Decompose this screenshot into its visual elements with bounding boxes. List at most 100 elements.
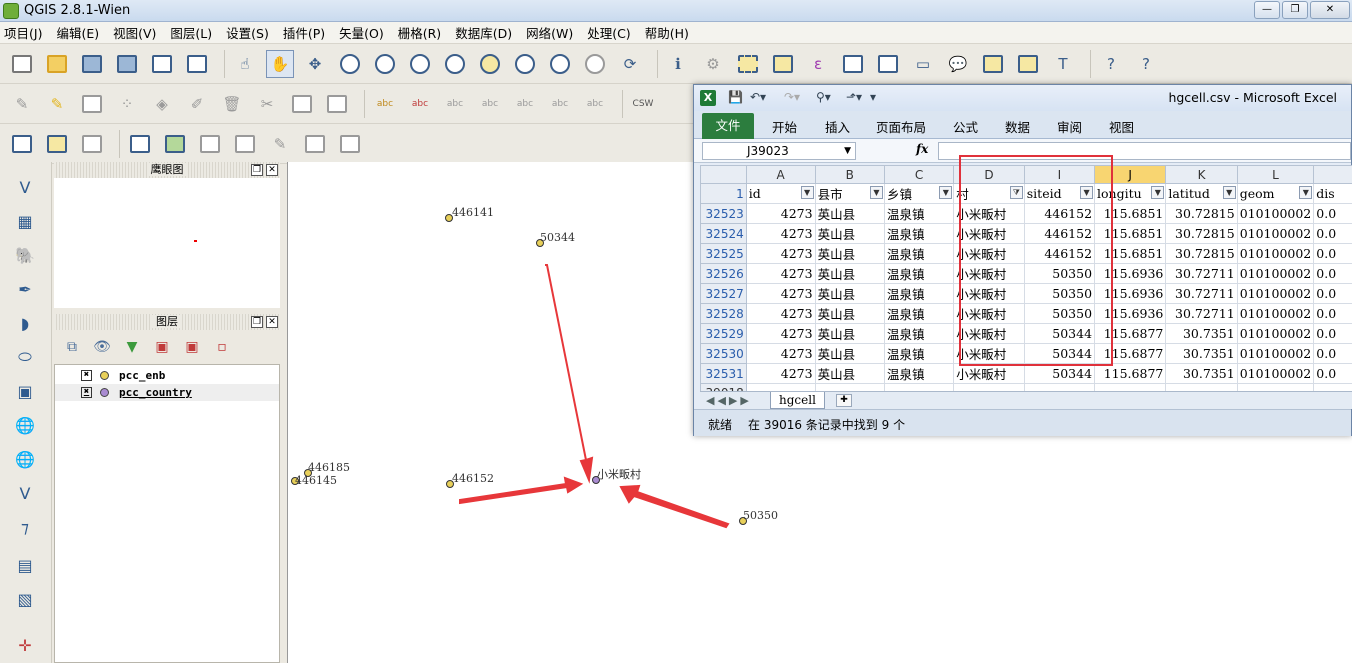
table-cell[interactable]: 温泉镇: [883, 263, 955, 284]
table-cell[interactable]: 30.7351: [1165, 323, 1238, 344]
remove-layer-icon[interactable]: ▫: [212, 337, 232, 357]
layer-checkbox[interactable]: ✖: [81, 387, 92, 398]
table-cell[interactable]: [1023, 383, 1096, 391]
chart-quick-icon[interactable]: ⬏▾: [846, 90, 862, 104]
table-cell[interactable]: 30.72815: [1165, 223, 1238, 244]
table-cell[interactable]: 30.7351: [1165, 343, 1238, 364]
zoom-selection-icon[interactable]: [476, 50, 504, 78]
layer-item-pcc-enb[interactable]: ✖ pcc_enb: [55, 367, 279, 384]
merge-features-icon[interactable]: [336, 130, 364, 158]
table-cell[interactable]: 50344: [1023, 363, 1096, 384]
menu-raster[interactable]: 栅格(R): [398, 23, 441, 42]
table-cell[interactable]: 4273: [745, 263, 816, 284]
deselect-icon[interactable]: [769, 50, 797, 78]
table-cell[interactable]: 英山县: [814, 223, 885, 244]
add-group-icon[interactable]: ▣: [152, 337, 172, 357]
table-cell[interactable]: 010100002: [1236, 363, 1315, 384]
table-cell[interactable]: 4273: [745, 343, 816, 364]
add-spatialite-layer-icon[interactable]: ✒: [12, 276, 38, 302]
table-cell[interactable]: 4273: [745, 203, 816, 224]
csw-icon[interactable]: CSW: [629, 90, 657, 118]
move-label-icon[interactable]: abc: [511, 90, 539, 118]
table-cell[interactable]: 115.6877: [1094, 363, 1167, 384]
table-cell[interactable]: 温泉镇: [883, 283, 955, 304]
table-cell[interactable]: 4273: [745, 363, 816, 384]
table-cell[interactable]: 30.72711: [1165, 263, 1238, 284]
table-cell[interactable]: 英山县: [814, 323, 885, 344]
column-header[interactable]: L: [1236, 165, 1315, 184]
table-cell[interactable]: 0.0: [1313, 283, 1352, 304]
select-all-corner[interactable]: [700, 165, 747, 184]
table-cell[interactable]: 0.0: [1313, 263, 1352, 284]
zoom-next-icon[interactable]: [581, 50, 609, 78]
add-feature-icon[interactable]: ⁘: [113, 90, 141, 118]
filter-dropdown-icon[interactable]: ▼: [869, 186, 883, 199]
zoom-in-icon[interactable]: [336, 50, 364, 78]
table-cell[interactable]: 0.0: [1313, 343, 1352, 364]
name-box[interactable]: J39023 ▼: [702, 142, 856, 160]
menu-help[interactable]: 帮助(H): [645, 23, 689, 42]
save-as-icon[interactable]: [113, 50, 141, 78]
undo-icon[interactable]: ↶▾: [750, 90, 766, 104]
table-cell[interactable]: 010100002: [1236, 243, 1315, 264]
reshape-icon[interactable]: ✎: [266, 130, 294, 158]
table-cell[interactable]: [1236, 383, 1315, 391]
layers-float-button[interactable]: ❐: [251, 316, 263, 328]
header-cell[interactable]: latitud ▼: [1165, 183, 1238, 204]
table-cell[interactable]: 0.0: [1313, 303, 1352, 324]
table-cell[interactable]: [883, 383, 955, 391]
add-virtual-layer-icon[interactable]: ▧: [12, 586, 38, 612]
menu-web[interactable]: 网络(W): [526, 23, 573, 42]
table-cell[interactable]: 4273: [745, 323, 816, 344]
overview-map[interactable]: [54, 178, 280, 308]
table-cell[interactable]: 英山县: [814, 263, 885, 284]
fill-ring-icon[interactable]: [196, 130, 224, 158]
filter-legend-icon[interactable]: ▼: [122, 337, 142, 357]
table-cell[interactable]: 温泉镇: [883, 203, 955, 224]
row-header[interactable]: 32525: [700, 243, 747, 264]
save-layer-edits-icon[interactable]: [78, 90, 106, 118]
zoom-native-icon[interactable]: [406, 50, 434, 78]
table-cell[interactable]: 010100002: [1236, 223, 1315, 244]
table-cell[interactable]: 0.0: [1313, 223, 1352, 244]
table-cell[interactable]: 英山县: [814, 343, 885, 364]
pin-labels-icon[interactable]: abc: [441, 90, 469, 118]
zoom-layer-icon[interactable]: [511, 50, 539, 78]
tab-review[interactable]: 审阅: [1057, 117, 1082, 136]
paste-features-icon[interactable]: [323, 90, 351, 118]
toggle-editing-icon[interactable]: ✎: [43, 90, 71, 118]
add-db2-layer-icon[interactable]: ▣: [12, 378, 38, 404]
column-header[interactable]: [1313, 165, 1352, 184]
add-postgis-layer-icon[interactable]: 🐘: [12, 242, 38, 268]
add-delimited-text-icon[interactable]: ⁊: [12, 514, 38, 540]
split-features-icon[interactable]: [301, 130, 329, 158]
table-cell[interactable]: [814, 383, 885, 391]
header-cell[interactable]: geom ▼: [1236, 183, 1315, 204]
copy-features-icon[interactable]: [288, 90, 316, 118]
table-cell[interactable]: 010100002: [1236, 323, 1315, 344]
whats-this-icon[interactable]: ?: [1132, 50, 1160, 78]
eye-visibility-icon[interactable]: 👁: [92, 337, 112, 357]
table-cell[interactable]: 英山县: [814, 243, 885, 264]
add-oracle-layer-icon[interactable]: ⬭: [12, 344, 38, 370]
chevron-down-icon[interactable]: ▼: [844, 143, 851, 159]
delete-selected-icon[interactable]: 🗑: [218, 90, 246, 118]
menu-vector[interactable]: 矢量(O): [339, 23, 384, 42]
table-cell[interactable]: 4273: [745, 283, 816, 304]
column-header[interactable]: B: [814, 165, 885, 184]
menu-edit[interactable]: 编辑(E): [56, 23, 99, 42]
table-cell[interactable]: 温泉镇: [883, 343, 955, 364]
table-cell[interactable]: 0.0: [1313, 323, 1352, 344]
insert-function-button[interactable]: fx: [916, 142, 928, 156]
tab-data[interactable]: 数据: [1005, 117, 1030, 136]
open-project-icon[interactable]: [43, 50, 71, 78]
menu-settings[interactable]: 设置(S): [226, 23, 269, 42]
column-header[interactable]: A: [745, 165, 816, 184]
zoom-full-icon[interactable]: [441, 50, 469, 78]
table-cell[interactable]: [953, 383, 1025, 391]
table-cell[interactable]: 010100002: [1236, 343, 1315, 364]
quick-save-icon[interactable]: 💾: [728, 90, 743, 104]
column-header[interactable]: C: [883, 165, 955, 184]
insert-sheet-icon[interactable]: ✚: [836, 394, 852, 407]
add-ring-icon[interactable]: [126, 130, 154, 158]
